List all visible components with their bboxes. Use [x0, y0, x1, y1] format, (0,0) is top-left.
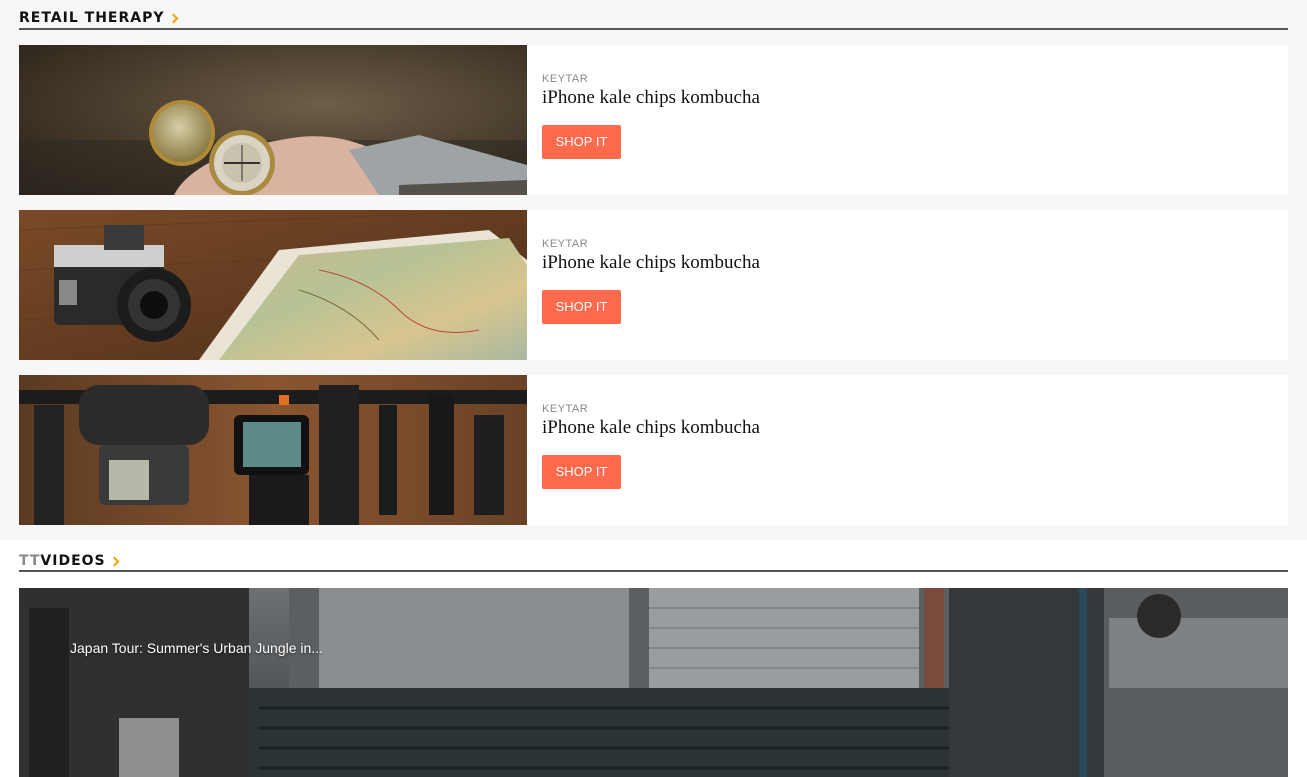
product-info: KEYTAR iPhone kale chips kombucha SHOP I…	[527, 375, 760, 525]
product-category[interactable]: KEYTAR	[542, 238, 760, 250]
product-image[interactable]	[19, 45, 527, 195]
section-title-prefix: TT	[19, 553, 41, 569]
tt-videos-section: TT VIDEOS Japan Tour: Summer's Urban Jun…	[0, 540, 1307, 777]
product-card: KEYTAR iPhone kale chips kombucha SHOP I…	[19, 210, 1288, 360]
product-category[interactable]: KEYTAR	[542, 403, 760, 415]
section-title-text: VIDEOS	[40, 553, 106, 569]
section-title-retail[interactable]: RETAIL THERAPY	[19, 10, 178, 26]
shop-it-button[interactable]: SHOP IT	[542, 290, 621, 324]
camera-gear-photo	[19, 375, 527, 525]
product-category[interactable]: KEYTAR	[542, 73, 760, 85]
section-title-text: RETAIL THERAPY	[19, 10, 165, 26]
product-card: KEYTAR iPhone kale chips kombucha SHOP I…	[19, 375, 1288, 525]
camera-map-photo	[19, 210, 527, 360]
shop-it-button[interactable]: SHOP IT	[542, 455, 621, 489]
featured-video[interactable]: Japan Tour: Summer's Urban Jungle in...	[19, 588, 1288, 777]
chevron-right-icon	[109, 556, 120, 567]
compass-photo	[19, 45, 527, 195]
product-info: KEYTAR iPhone kale chips kombucha SHOP I…	[527, 45, 760, 195]
product-image[interactable]	[19, 375, 527, 525]
product-card: KEYTAR iPhone kale chips kombucha SHOP I…	[19, 45, 1288, 195]
section-divider	[19, 570, 1288, 572]
retail-therapy-section: RETAIL THERAPY KEYTAR iPhone kale chips …	[0, 0, 1307, 540]
section-title-videos[interactable]: TT VIDEOS	[19, 553, 120, 569]
product-info: KEYTAR iPhone kale chips kombucha SHOP I…	[527, 210, 760, 360]
product-title[interactable]: iPhone kale chips kombucha	[542, 252, 760, 274]
japan-street-photo	[19, 588, 1288, 777]
product-title[interactable]: iPhone kale chips kombucha	[542, 417, 760, 439]
chevron-right-icon	[168, 13, 178, 24]
product-title[interactable]: iPhone kale chips kombucha	[542, 87, 760, 109]
video-title[interactable]: Japan Tour: Summer's Urban Jungle in...	[70, 640, 323, 656]
shop-it-button[interactable]: SHOP IT	[542, 125, 621, 159]
section-divider	[19, 28, 1288, 30]
product-image[interactable]	[19, 210, 527, 360]
